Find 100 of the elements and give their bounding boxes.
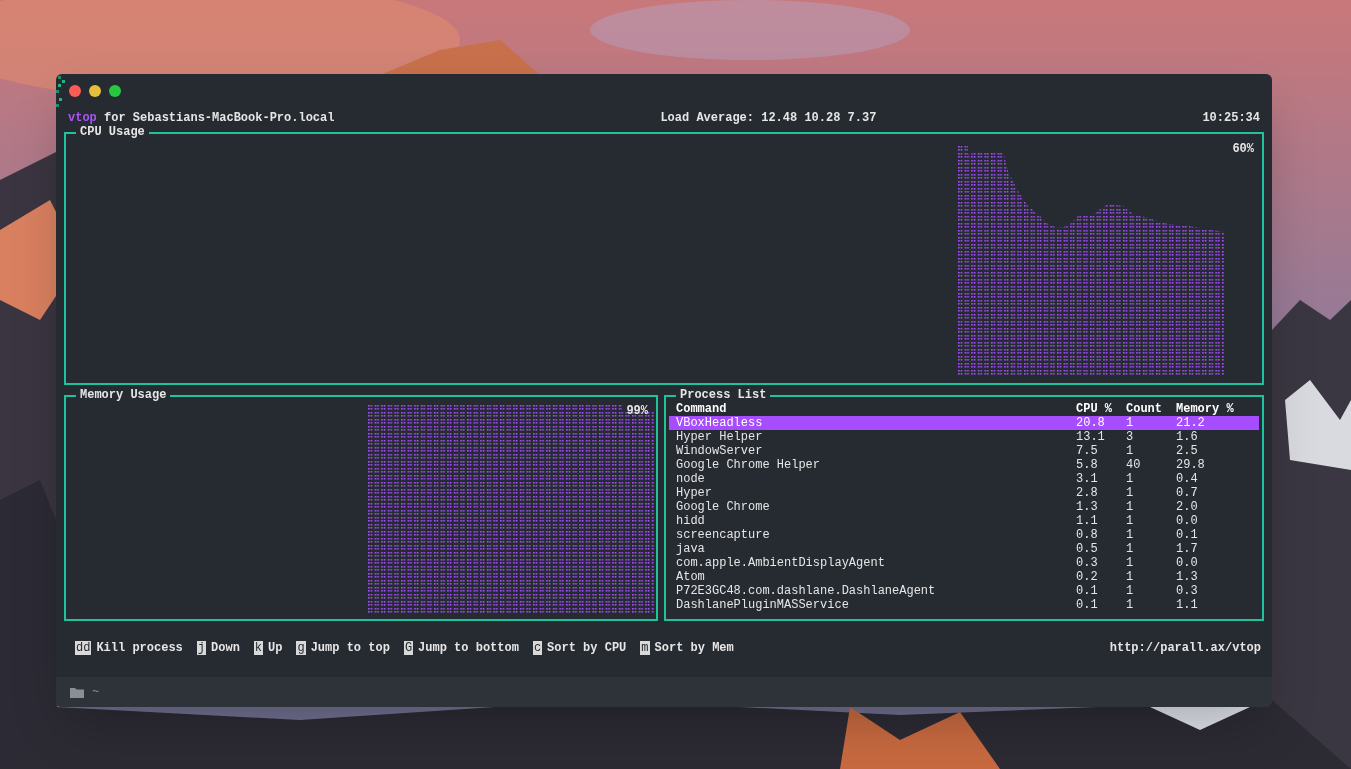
memory-cell-text: 0.7	[1176, 486, 1199, 500]
key-hint-label: Jump to top	[310, 640, 390, 657]
key-hint-label: Up	[268, 640, 283, 657]
cpu-cell-text: 7.5	[1076, 444, 1099, 458]
panel-title: Memory Usage	[76, 387, 171, 403]
process-row[interactable]: Google Chrome 1.3 1 2.0	[669, 500, 1259, 514]
key-hint-label: Kill process	[96, 640, 183, 657]
cpu-cell-text: 20.8	[1076, 416, 1106, 430]
command-cell-text: P72E3GC48.com.dashlane.DashlaneAgent	[676, 584, 937, 598]
count-cell-text: 1	[1126, 556, 1135, 570]
command-cell-text: java	[676, 542, 706, 556]
key-cap: G	[403, 641, 414, 655]
count-cell-text: 1	[1126, 598, 1135, 612]
memory-cell-text: 0.3	[1176, 584, 1199, 598]
key-hint-label: Sort by CPU	[547, 640, 627, 657]
count-cell-text: 1	[1126, 570, 1135, 584]
process-row[interactable]: VBoxHeadless 20.8 1 21.2	[669, 416, 1259, 430]
key-hint-label: Sort by Mem	[654, 640, 734, 657]
count-cell-text: 1	[1126, 542, 1135, 556]
memory-cell-text: 2.0	[1176, 500, 1199, 514]
count-cell-text: 1	[1126, 584, 1135, 598]
memory-cell-text: 21.2	[1176, 416, 1206, 430]
process-row[interactable]: node 3.1 1 0.4	[669, 472, 1259, 486]
zoom-button[interactable]	[109, 85, 121, 97]
process-row[interactable]: com.apple.AmbientDisplayAgent 0.3 1 0.0	[669, 556, 1259, 570]
cpu-cell-text: 1.3	[1076, 500, 1099, 514]
column-header[interactable]: Command	[676, 402, 1076, 416]
prompt-path: ~	[92, 684, 100, 701]
clock-time: 10:25:34	[1202, 110, 1260, 127]
key-cap: k	[253, 641, 264, 655]
memory-cell-text: 1.3	[1176, 570, 1199, 584]
pixel-logo-icon	[56, 76, 68, 110]
column-header[interactable]: Count	[1126, 402, 1176, 416]
cpu-cell-text: 13.1	[1076, 430, 1106, 444]
process-row[interactable]: screencapture 0.8 1 0.1	[669, 528, 1259, 542]
process-row[interactable]: Atom 0.2 1 1.3	[669, 570, 1259, 584]
process-row[interactable]: java 0.5 1 1.7	[669, 542, 1259, 556]
command-cell-text: Hyper	[676, 486, 713, 500]
memory-cell-text: 1.1	[1176, 598, 1199, 612]
count-cell-text: 3	[1126, 430, 1135, 444]
command-cell-text: node	[676, 472, 706, 486]
cpu-cell-text: 0.8	[1076, 528, 1099, 542]
column-header[interactable]: CPU %	[1076, 402, 1126, 416]
command-cell-text: Google Chrome Helper	[676, 458, 822, 472]
count-cell-text: 1	[1126, 528, 1135, 542]
memory-cell-text: 0.4	[1176, 472, 1199, 486]
folder-icon	[70, 686, 84, 698]
count-cell-text: 40	[1126, 458, 1142, 472]
count-cell-text: 1	[1126, 472, 1135, 486]
cpu-cell-text: 1.1	[1076, 514, 1099, 528]
minimize-button[interactable]	[89, 85, 101, 97]
key-cap: g	[296, 641, 306, 655]
cpu-cell-text: 0.2	[1076, 570, 1099, 584]
process-row[interactable]: Google Chrome Helper 5.8 40 29.8	[669, 458, 1259, 472]
command-cell-text: hidd	[676, 514, 706, 528]
count-cell-text: 1	[1126, 416, 1135, 430]
header-title: vtop for Sebastians-MacBook-Pro.local	[68, 110, 335, 126]
command-cell-text: com.apple.AmbientDisplayAgent	[676, 556, 886, 570]
command-cell-text: VBoxHeadless	[676, 416, 764, 430]
count-cell-text: 1	[1126, 514, 1135, 528]
memory-cell-text: 29.8	[1176, 458, 1206, 472]
load-average: Load Average: 12.48 10.28 7.37	[660, 110, 877, 127]
project-link[interactable]: http://parall.ax/vtop	[1109, 639, 1261, 657]
command-cell-text: DashlanePluginMASService	[676, 598, 850, 612]
process-row[interactable]: WindowServer 7.5 1 2.5	[669, 444, 1259, 458]
memory-cell-text: 1.7	[1176, 542, 1199, 556]
column-header[interactable]: Memory %	[1176, 402, 1252, 416]
cpu-cell-text: 3.1	[1076, 472, 1099, 486]
command-cell-text: Google Chrome	[676, 500, 771, 514]
command-cell-text: WindowServer	[676, 444, 764, 458]
command-cell-text: Atom	[676, 570, 706, 584]
command-cell-text: Hyper Helper	[676, 430, 764, 444]
cpu-cell-text: 5.8	[1076, 458, 1099, 472]
panel-title: CPU Usage	[76, 124, 149, 140]
key-cap: c	[532, 641, 543, 655]
memory-cell-text: 2.5	[1176, 444, 1199, 458]
key-cap: m	[640, 641, 650, 655]
close-button[interactable]	[69, 85, 81, 97]
key-cap: dd	[75, 641, 92, 655]
cpu-cell-text: 0.1	[1076, 598, 1099, 612]
cpu-cell-text: 2.8	[1076, 486, 1099, 500]
memory-percentage: 99%	[626, 403, 648, 420]
command-cell-text: screencapture	[676, 528, 771, 542]
memory-cell-text: 0.0	[1176, 556, 1199, 570]
memory-cell-text: 1.6	[1176, 430, 1199, 444]
cpu-cell-text: 0.3	[1076, 556, 1099, 570]
memory-cell-text: 0.1	[1176, 528, 1199, 542]
cpu-percentage: 60%	[1232, 141, 1254, 158]
process-row[interactable]: P72E3GC48.com.dashlane.DashlaneAgent 0.1 1 0.3	[669, 584, 1259, 598]
cpu-cell-text: 0.1	[1076, 584, 1099, 598]
cpu-cell-text: 0.5	[1076, 542, 1099, 556]
process-row[interactable]: hidd 1.1 1 0.0	[669, 514, 1259, 528]
process-row[interactable]: Hyper 2.8 1 0.7	[669, 486, 1259, 500]
process-row[interactable]: DashlanePluginMASService 0.1 1 1.1	[669, 598, 1259, 612]
key-hint-label: Jump to bottom	[418, 640, 519, 657]
count-cell-text: 1	[1126, 500, 1135, 514]
process-row[interactable]: Hyper Helper 13.1 3 1.6	[669, 430, 1259, 444]
key-hint-label: Down	[211, 640, 240, 657]
count-cell-text: 1	[1126, 486, 1135, 500]
key-cap: j	[196, 641, 207, 655]
